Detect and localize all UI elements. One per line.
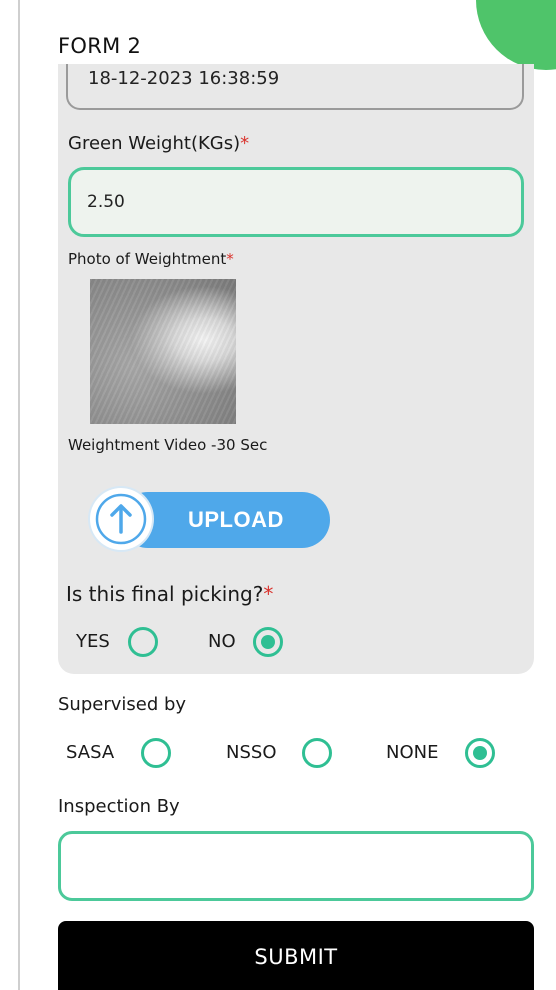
video-label: Weightment Video -30 Sec [68,436,268,454]
datetime-field[interactable]: 18-12-2023 16:38:59 [66,64,524,110]
photo-label-text: Photo of Weightment [68,250,227,268]
weightment-photo[interactable] [90,279,236,424]
green-weight-input[interactable] [68,167,524,237]
corner-accent [476,0,556,70]
required-mark: * [226,250,234,268]
form-title: FORM 2 [58,34,142,58]
left-divider [18,0,20,990]
inspection-by-input[interactable] [58,831,534,901]
final-picking-question: Is this final picking?* [66,582,273,606]
green-weight-label: Green Weight(KGs)* [68,133,249,154]
supervised-sasa-label: SASA [66,742,115,763]
upload-icon-circle[interactable] [90,488,152,550]
photo-label: Photo of Weightment* [68,250,234,268]
inspection-by-label: Inspection By [58,796,180,817]
required-mark: * [240,133,250,154]
supervised-nsso-label: NSSO [226,742,277,763]
supervised-none-radio[interactable] [465,738,495,768]
form-page: FORM 2 18-12-2023 16:38:59 Green Weight(… [0,0,556,990]
final-picking-question-text: Is this final picking? [66,582,264,606]
upload-button[interactable]: UPLOAD [90,488,330,551]
required-mark: * [263,582,274,606]
final-picking-yes-label: YES [76,631,110,652]
supervised-none-label: NONE [386,742,439,763]
arrow-up-icon [95,493,147,545]
supervised-by-label: Supervised by [58,694,187,715]
supervised-sasa-radio[interactable] [141,738,171,768]
final-picking-no-label: NO [208,631,236,652]
final-picking-yes-radio[interactable] [128,627,158,657]
final-picking-no-radio[interactable] [253,627,283,657]
green-weight-label-text: Green Weight(KGs) [68,133,241,154]
upload-label: UPLOAD [188,507,284,532]
supervised-nsso-radio[interactable] [302,738,332,768]
submit-button[interactable]: SUBMIT [58,921,534,990]
